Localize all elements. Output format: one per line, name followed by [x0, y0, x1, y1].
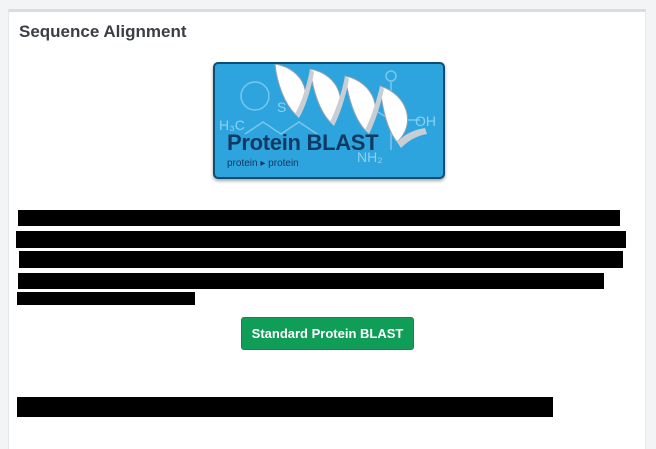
banner-subtitle: protein ▸ protein: [227, 158, 299, 169]
banner-subtitle-to: protein: [268, 158, 299, 169]
sequence-alignment-panel: Sequence Alignment H₃C S OH NH₂ Protein …: [8, 9, 646, 449]
standard-protein-blast-button[interactable]: Standard Protein BLAST: [241, 317, 414, 350]
banner-title: Protein BLAST: [227, 130, 379, 155]
redacted-text-line: [19, 251, 623, 268]
svg-text:OH: OH: [415, 113, 436, 129]
arrow-right-icon: ▸: [260, 158, 266, 169]
redacted-text-line: [18, 273, 604, 289]
banner-subtitle-from: protein: [227, 158, 258, 169]
redacted-text-line: [17, 397, 553, 417]
protein-blast-banner[interactable]: H₃C S OH NH₂ Protein BLAST protein ▸ pro…: [213, 62, 445, 179]
redacted-text-line: [17, 292, 195, 305]
svg-text:S: S: [277, 99, 286, 115]
panel-title: Sequence Alignment: [19, 22, 187, 41]
redacted-text-line: [18, 210, 620, 226]
redacted-text-line: [16, 231, 626, 248]
